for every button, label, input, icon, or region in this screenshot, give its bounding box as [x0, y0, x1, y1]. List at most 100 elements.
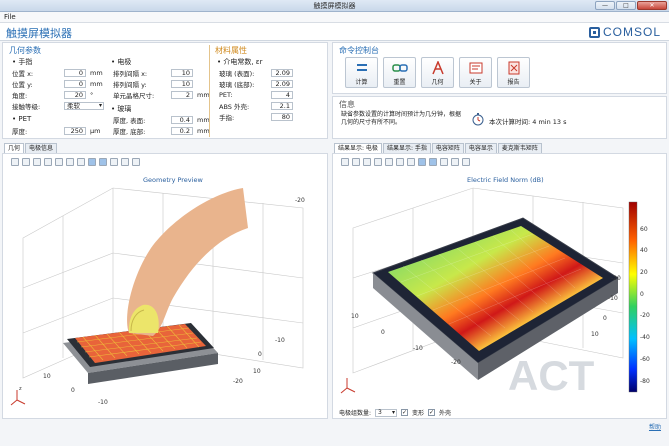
about-icon	[469, 62, 482, 74]
help-link[interactable]: 帮助	[649, 422, 661, 431]
abs-eps-input[interactable]: 2.1	[271, 101, 293, 110]
left-graphics-toolbar	[11, 157, 140, 167]
housing-checkbox[interactable]: ✓	[428, 409, 436, 416]
compute-button[interactable]: 计算	[345, 57, 378, 88]
reset-button[interactable]: 重置	[383, 57, 416, 88]
right-tick-2: -10	[413, 345, 423, 352]
geometry-title: 几何参数	[9, 46, 41, 55]
left-tick-3: -20	[233, 378, 243, 385]
tab-geometry[interactable]: 几何	[4, 143, 25, 153]
left-tick-5: 0	[258, 351, 262, 358]
compute-icon	[356, 64, 367, 71]
finger-y-row: 位置 y: 0 mm	[12, 79, 103, 89]
right-tick-1: 0	[381, 329, 385, 336]
transparency-icon[interactable]	[110, 158, 118, 166]
cb-tick-2: 20	[640, 269, 648, 276]
electrode-y-row: 排列间隔 y: 10	[113, 79, 193, 89]
electrode-group-select[interactable]: 3	[375, 408, 398, 417]
zoom-in-icon-r[interactable]	[341, 158, 349, 166]
tab-capacitance-matrix[interactable]: 电容矩阵	[431, 143, 464, 153]
info-text: 缺省参数设置的计算时间预计为几分钟，根据几何的尺寸有所不同。	[341, 111, 462, 126]
left-graphics-panel: Geometry Preview 10 0 -10 -20 10 0 -10 -…	[2, 153, 328, 419]
glass-bottom-eps-input[interactable]: 2.09	[271, 79, 293, 88]
electrode-x-input[interactable]: 10	[171, 68, 193, 77]
glass-top-eps-input[interactable]: 2.09	[271, 68, 293, 77]
tab-result-electrode[interactable]: 结果显示: 电极	[334, 143, 382, 153]
view-zx-icon[interactable]	[77, 158, 85, 166]
electrode-y-input[interactable]: 10	[171, 79, 193, 88]
right-tick-3: -20	[451, 359, 461, 366]
pet-eps-input[interactable]: 4	[271, 90, 293, 99]
act-watermark: ACT	[508, 352, 595, 399]
glass-top-row: 厚度, 表面: 0.4 mm	[113, 115, 210, 125]
wireframe-icon[interactable]	[99, 158, 107, 166]
geometry-button[interactable]: 几何	[421, 57, 454, 88]
axes-triad-icon-r	[340, 378, 356, 394]
right-graphics-toolbar	[341, 157, 470, 167]
zoom-out-icon-r[interactable]	[352, 158, 360, 166]
maximize-button[interactable]: □	[616, 1, 636, 10]
glass-top-input[interactable]: 0.4	[171, 115, 193, 124]
close-button[interactable]: ✕	[637, 1, 667, 10]
glass-top-eps-row: 玻璃 (表面): 2.09	[219, 68, 293, 78]
print-icon[interactable]	[132, 158, 140, 166]
render-mode-icon[interactable]	[88, 158, 96, 166]
colorbar	[628, 201, 638, 393]
zoom-extents-icon[interactable]	[33, 158, 41, 166]
finger-x-row: 位置 x: 0 mm	[12, 68, 103, 78]
contact-level-select[interactable]: 柔软	[64, 101, 104, 110]
parameter-panel: 几何参数 • 手指 位置 x: 0 mm 位置 y: 0 mm 角度: 20 °…	[2, 42, 328, 139]
finger-x-input[interactable]: 0	[64, 68, 86, 77]
cell-size-row: 单元晶格尺寸: 2 mm	[113, 90, 210, 100]
pet-title: • PET	[12, 115, 32, 123]
view-axis-icon-r[interactable]	[374, 158, 382, 166]
deform-label: 变形	[412, 410, 425, 417]
pet-thickness-input[interactable]: 250	[64, 126, 86, 135]
tab-maxwell-matrix[interactable]: 麦克斯韦矩阵	[497, 143, 542, 153]
abs-eps-row: ABS 外壳: 2.1	[219, 101, 293, 111]
finger-angle-input[interactable]: 20	[64, 90, 86, 99]
view-yz-icon-r[interactable]	[396, 158, 404, 166]
brand-logo: COMSOL	[588, 25, 661, 39]
material-divider	[209, 45, 210, 137]
view-xy-icon-r[interactable]	[385, 158, 393, 166]
view-zx-icon-r[interactable]	[407, 158, 415, 166]
zoom-extents-icon-r[interactable]	[363, 158, 371, 166]
glass-bottom-input[interactable]: 0.2	[171, 126, 193, 135]
view-axis-icon[interactable]	[44, 158, 52, 166]
report-button[interactable]: 报告	[497, 57, 530, 88]
wireframe-icon-r[interactable]	[429, 158, 437, 166]
right-tick-0: 10	[351, 313, 359, 320]
transparency-icon-r[interactable]	[440, 158, 448, 166]
stopwatch-icon	[472, 113, 484, 126]
minimize-button[interactable]: —	[595, 1, 615, 10]
tab-capacitance-display[interactable]: 电容显示	[464, 143, 497, 153]
app-header: 触摸屏模拟器 COMSOL	[0, 23, 669, 41]
cell-size-input[interactable]: 2	[171, 90, 193, 99]
right-tick-6: -10	[608, 295, 618, 302]
camera-icon[interactable]	[121, 158, 129, 166]
command-title: 命令控制台	[339, 46, 379, 55]
right-tick-7: -20	[611, 275, 621, 282]
view-xy-icon[interactable]	[55, 158, 63, 166]
cb-tick-4: -20	[640, 312, 650, 319]
deform-checkbox[interactable]: ✓	[401, 409, 409, 416]
zoom-out-icon[interactable]	[22, 158, 30, 166]
print-icon-r[interactable]	[462, 158, 470, 166]
render-mode-icon-r[interactable]	[418, 158, 426, 166]
left-tick-7: -20	[295, 197, 305, 204]
glass-title: • 玻璃	[111, 105, 132, 113]
report-icon	[508, 61, 519, 75]
left-tick-6: -10	[275, 337, 285, 344]
tab-result-finger[interactable]: 结果显示: 手指	[382, 143, 431, 153]
about-button[interactable]: 关于	[459, 57, 492, 88]
camera-icon-r[interactable]	[451, 158, 459, 166]
view-yz-icon[interactable]	[66, 158, 74, 166]
tab-electrode-info[interactable]: 电极信息	[25, 143, 58, 153]
cb-tick-6: -60	[640, 356, 650, 363]
command-panel: 命令控制台 计算 重置 几何 关于 报告	[332, 42, 667, 94]
finger-eps-input[interactable]: 80	[271, 112, 293, 121]
menu-file[interactable]: File	[4, 13, 16, 21]
zoom-in-icon[interactable]	[11, 158, 19, 166]
finger-y-input[interactable]: 0	[64, 79, 86, 88]
